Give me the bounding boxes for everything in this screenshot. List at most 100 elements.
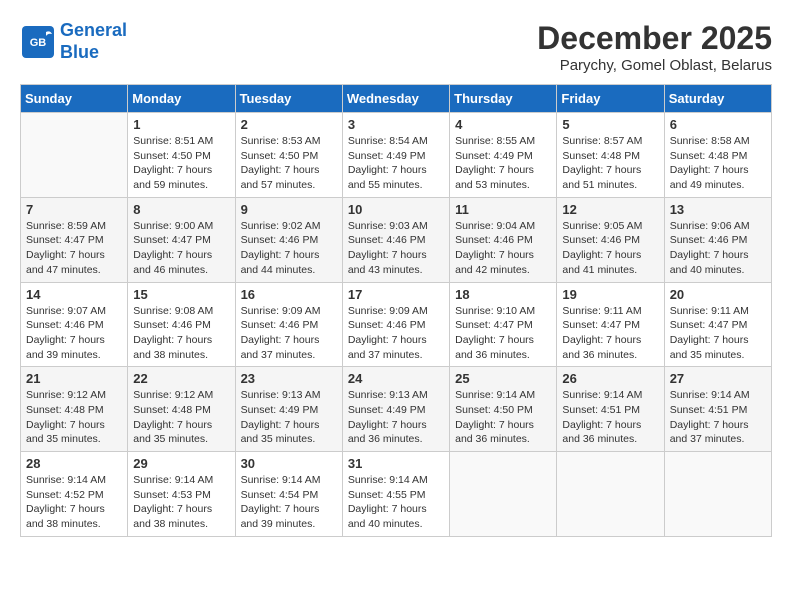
- day-cell: 29 Sunrise: 9:14 AM Sunset: 4:53 PM Dayli…: [128, 452, 235, 537]
- day-number: 15: [133, 287, 229, 302]
- day-number: 10: [348, 202, 444, 217]
- day-number: 12: [562, 202, 658, 217]
- calendar-header: SundayMondayTuesdayWednesdayThursdayFrid…: [21, 85, 772, 113]
- day-number: 9: [241, 202, 337, 217]
- day-info: Sunrise: 8:53 AM Sunset: 4:50 PM Dayligh…: [241, 134, 337, 193]
- header-cell-thursday: Thursday: [450, 85, 557, 113]
- day-info: Sunrise: 9:11 AM Sunset: 4:47 PM Dayligh…: [670, 304, 766, 363]
- day-cell: 6 Sunrise: 8:58 AM Sunset: 4:48 PM Daylig…: [664, 113, 771, 198]
- header-cell-wednesday: Wednesday: [342, 85, 449, 113]
- day-info: Sunrise: 9:09 AM Sunset: 4:46 PM Dayligh…: [348, 304, 444, 363]
- logo-text: General Blue: [60, 20, 127, 63]
- day-info: Sunrise: 9:06 AM Sunset: 4:46 PM Dayligh…: [670, 219, 766, 278]
- day-info: Sunrise: 9:11 AM Sunset: 4:47 PM Dayligh…: [562, 304, 658, 363]
- day-number: 16: [241, 287, 337, 302]
- day-number: 30: [241, 456, 337, 471]
- day-cell: 10 Sunrise: 9:03 AM Sunset: 4:46 PM Dayli…: [342, 197, 449, 282]
- day-number: 24: [348, 371, 444, 386]
- day-info: Sunrise: 9:13 AM Sunset: 4:49 PM Dayligh…: [241, 388, 337, 447]
- day-cell: [664, 452, 771, 537]
- week-row-4: 21 Sunrise: 9:12 AM Sunset: 4:48 PM Dayli…: [21, 367, 772, 452]
- day-cell: 9 Sunrise: 9:02 AM Sunset: 4:46 PM Daylig…: [235, 197, 342, 282]
- day-info: Sunrise: 8:51 AM Sunset: 4:50 PM Dayligh…: [133, 134, 229, 193]
- day-cell: 31 Sunrise: 9:14 AM Sunset: 4:55 PM Dayli…: [342, 452, 449, 537]
- day-number: 28: [26, 456, 122, 471]
- day-info: Sunrise: 8:58 AM Sunset: 4:48 PM Dayligh…: [670, 134, 766, 193]
- calendar-body: 1 Sunrise: 8:51 AM Sunset: 4:50 PM Daylig…: [21, 113, 772, 537]
- day-cell: 27 Sunrise: 9:14 AM Sunset: 4:51 PM Dayli…: [664, 367, 771, 452]
- header-cell-friday: Friday: [557, 85, 664, 113]
- day-info: Sunrise: 9:09 AM Sunset: 4:46 PM Dayligh…: [241, 304, 337, 363]
- day-info: Sunrise: 9:14 AM Sunset: 4:50 PM Dayligh…: [455, 388, 551, 447]
- week-row-1: 1 Sunrise: 8:51 AM Sunset: 4:50 PM Daylig…: [21, 113, 772, 198]
- day-info: Sunrise: 9:12 AM Sunset: 4:48 PM Dayligh…: [133, 388, 229, 447]
- day-cell: 19Sunrise: 9:11 AM Sunset: 4:47 PM Dayli…: [557, 282, 664, 367]
- day-info: Sunrise: 9:05 AM Sunset: 4:46 PM Dayligh…: [562, 219, 658, 278]
- day-number: 18: [455, 287, 551, 302]
- logo-icon: GB: [20, 24, 56, 60]
- day-cell: 5Sunrise: 8:57 AM Sunset: 4:48 PM Daylig…: [557, 113, 664, 198]
- day-info: Sunrise: 9:08 AM Sunset: 4:46 PM Dayligh…: [133, 304, 229, 363]
- day-number: 11: [455, 202, 551, 217]
- day-cell: 1 Sunrise: 8:51 AM Sunset: 4:50 PM Daylig…: [128, 113, 235, 198]
- day-number: 21: [26, 371, 122, 386]
- day-number: 27: [670, 371, 766, 386]
- day-info: Sunrise: 9:14 AM Sunset: 4:55 PM Dayligh…: [348, 473, 444, 532]
- day-info: Sunrise: 9:14 AM Sunset: 4:51 PM Dayligh…: [670, 388, 766, 447]
- day-number: 20: [670, 287, 766, 302]
- day-info: Sunrise: 9:13 AM Sunset: 4:49 PM Dayligh…: [348, 388, 444, 447]
- week-row-5: 28 Sunrise: 9:14 AM Sunset: 4:52 PM Dayli…: [21, 452, 772, 537]
- day-cell: [450, 452, 557, 537]
- svg-text:GB: GB: [30, 37, 47, 49]
- calendar-table: SundayMondayTuesdayWednesdayThursdayFrid…: [20, 84, 772, 537]
- day-number: 4: [455, 117, 551, 132]
- day-info: Sunrise: 9:14 AM Sunset: 4:51 PM Dayligh…: [562, 388, 658, 447]
- day-number: 29: [133, 456, 229, 471]
- day-info: Sunrise: 9:14 AM Sunset: 4:52 PM Dayligh…: [26, 473, 122, 532]
- day-info: Sunrise: 9:14 AM Sunset: 4:54 PM Dayligh…: [241, 473, 337, 532]
- day-number: 13: [670, 202, 766, 217]
- location-subtitle: Parychy, Gomel Oblast, Belarus: [537, 57, 772, 74]
- day-number: 31: [348, 456, 444, 471]
- day-info: Sunrise: 9:14 AM Sunset: 4:53 PM Dayligh…: [133, 473, 229, 532]
- day-cell: 28 Sunrise: 9:14 AM Sunset: 4:52 PM Dayli…: [21, 452, 128, 537]
- week-row-2: 7Sunrise: 8:59 AM Sunset: 4:47 PM Daylig…: [21, 197, 772, 282]
- header-cell-saturday: Saturday: [664, 85, 771, 113]
- day-info: Sunrise: 9:10 AM Sunset: 4:47 PM Dayligh…: [455, 304, 551, 363]
- day-cell: 14Sunrise: 9:07 AM Sunset: 4:46 PM Dayli…: [21, 282, 128, 367]
- day-number: 6: [670, 117, 766, 132]
- day-cell: 26Sunrise: 9:14 AM Sunset: 4:51 PM Dayli…: [557, 367, 664, 452]
- day-cell: 21 Sunrise: 9:12 AM Sunset: 4:48 PM Dayli…: [21, 367, 128, 452]
- week-row-3: 14Sunrise: 9:07 AM Sunset: 4:46 PM Dayli…: [21, 282, 772, 367]
- day-cell: 13 Sunrise: 9:06 AM Sunset: 4:46 PM Dayli…: [664, 197, 771, 282]
- day-cell: 25 Sunrise: 9:14 AM Sunset: 4:50 PM Dayli…: [450, 367, 557, 452]
- header-cell-tuesday: Tuesday: [235, 85, 342, 113]
- day-info: Sunrise: 8:59 AM Sunset: 4:47 PM Dayligh…: [26, 219, 122, 278]
- day-info: Sunrise: 9:04 AM Sunset: 4:46 PM Dayligh…: [455, 219, 551, 278]
- day-cell: 8 Sunrise: 9:00 AM Sunset: 4:47 PM Daylig…: [128, 197, 235, 282]
- logo: GB General Blue: [20, 20, 127, 63]
- day-cell: 24 Sunrise: 9:13 AM Sunset: 4:49 PM Dayli…: [342, 367, 449, 452]
- day-cell: 11 Sunrise: 9:04 AM Sunset: 4:46 PM Dayli…: [450, 197, 557, 282]
- day-info: Sunrise: 9:03 AM Sunset: 4:46 PM Dayligh…: [348, 219, 444, 278]
- day-info: Sunrise: 8:54 AM Sunset: 4:49 PM Dayligh…: [348, 134, 444, 193]
- title-block: December 2025 Parychy, Gomel Oblast, Bel…: [537, 20, 772, 74]
- day-cell: 16 Sunrise: 9:09 AM Sunset: 4:46 PM Dayli…: [235, 282, 342, 367]
- day-info: Sunrise: 8:57 AM Sunset: 4:48 PM Dayligh…: [562, 134, 658, 193]
- day-cell: 22Sunrise: 9:12 AM Sunset: 4:48 PM Dayli…: [128, 367, 235, 452]
- day-cell: 7Sunrise: 8:59 AM Sunset: 4:47 PM Daylig…: [21, 197, 128, 282]
- day-number: 23: [241, 371, 337, 386]
- day-number: 14: [26, 287, 122, 302]
- header-cell-monday: Monday: [128, 85, 235, 113]
- day-info: Sunrise: 9:00 AM Sunset: 4:47 PM Dayligh…: [133, 219, 229, 278]
- logo-line1: General: [60, 20, 127, 40]
- day-info: Sunrise: 8:55 AM Sunset: 4:49 PM Dayligh…: [455, 134, 551, 193]
- day-info: Sunrise: 9:02 AM Sunset: 4:46 PM Dayligh…: [241, 219, 337, 278]
- day-number: 25: [455, 371, 551, 386]
- day-info: Sunrise: 9:12 AM Sunset: 4:48 PM Dayligh…: [26, 388, 122, 447]
- day-number: 1: [133, 117, 229, 132]
- day-number: 8: [133, 202, 229, 217]
- day-number: 3: [348, 117, 444, 132]
- day-number: 2: [241, 117, 337, 132]
- day-cell: 18 Sunrise: 9:10 AM Sunset: 4:47 PM Dayli…: [450, 282, 557, 367]
